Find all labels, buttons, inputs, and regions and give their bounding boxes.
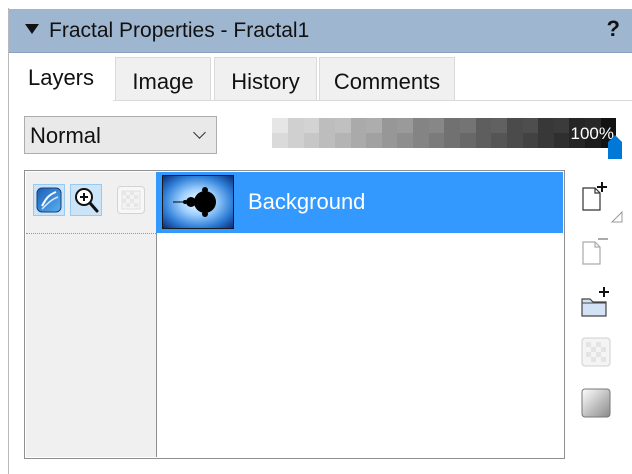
layers-list: Background [24,170,565,459]
opacity-step [412,118,429,148]
opacity-step [506,118,523,148]
opacity-step [459,118,476,148]
help-button[interactable]: ? [607,16,620,42]
opacity-step [490,118,507,148]
opacity-step [537,118,554,148]
zoom-mode-button[interactable] [70,184,102,216]
layer-name: Background [248,189,366,214]
fractal-thumbnail [162,175,234,229]
opacity-step [397,118,414,148]
row-divider [26,233,156,234]
panel-titlebar: Fractal Properties - Fractal1 ? [9,9,632,53]
tab-layers[interactable]: Layers [9,55,113,102]
layer-mode-column [26,172,157,457]
opacity-step [272,118,288,148]
collapse-triangle-icon[interactable] [25,24,39,34]
opacity-step [334,118,351,148]
gradient-layer-icon[interactable] [580,387,612,419]
opacity-step [287,118,304,148]
opacity-step [350,118,367,148]
blend-mode-select[interactable]: Normal [24,116,217,154]
opacity-slider-thumb[interactable] [607,135,623,159]
zoom-mode-icon [75,188,99,213]
tab-history[interactable]: History [214,57,317,100]
gradient-mode-icon [36,187,62,213]
add-layer-icon[interactable] [578,178,624,224]
tab-comments[interactable]: Comments [319,57,455,100]
opacity-step [428,118,445,148]
opacity-step [475,118,492,148]
add-group-icon[interactable] [578,282,618,322]
layer-row-background[interactable]: Background [156,172,563,233]
gradient-mode-button[interactable] [33,184,65,216]
opacity-step [318,118,335,148]
blend-mode-value: Normal [30,123,101,148]
opacity-step [553,118,570,148]
opacity-step [522,118,539,148]
mask-layer-icon[interactable] [580,336,612,368]
panel-title: Fractal Properties - Fractal1 [49,19,310,42]
tab-bar: Layers Image History Comments [9,55,632,102]
tab-image[interactable]: Image [115,57,211,100]
opacity-step [444,118,460,148]
mask-mode-icon [121,190,141,210]
mask-mode-button[interactable] [117,186,145,214]
opacity-step [303,118,320,148]
opacity-slider[interactable]: 100% [272,118,617,148]
chevron-down-icon [193,126,206,139]
delete-layer-icon[interactable] [578,232,614,268]
opacity-step [381,118,398,148]
opacity-step [365,118,382,148]
